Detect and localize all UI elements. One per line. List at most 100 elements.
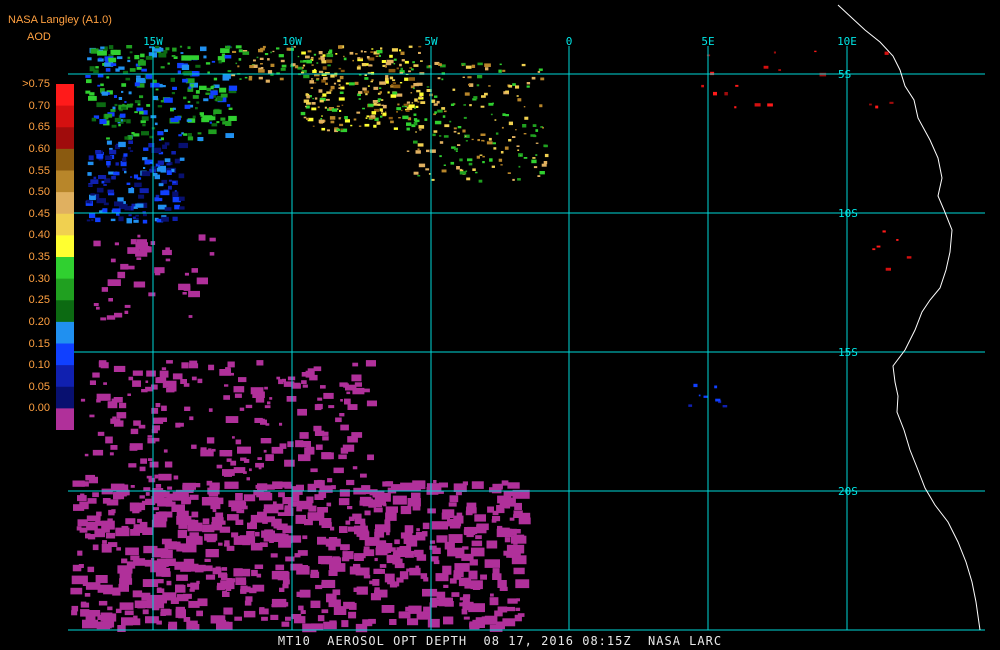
aod-pixel bbox=[129, 443, 143, 450]
aod-pixel bbox=[345, 520, 351, 525]
aod-pixel bbox=[255, 531, 260, 537]
aod-pixel bbox=[463, 116, 467, 119]
aod-pixel bbox=[405, 109, 410, 112]
aod-pixel bbox=[302, 64, 306, 67]
aod-pixel bbox=[367, 103, 374, 107]
aod-pixel bbox=[498, 69, 502, 73]
aod-pixel bbox=[415, 565, 420, 569]
aod-pixel bbox=[373, 568, 382, 574]
aod-pixel bbox=[381, 110, 384, 113]
aod-pixel bbox=[521, 63, 526, 67]
aod-pixel bbox=[139, 188, 149, 194]
aod-pixel bbox=[126, 218, 132, 224]
aod-pixel bbox=[128, 463, 137, 468]
aod-pixel bbox=[265, 79, 270, 83]
aod-pixel bbox=[85, 582, 101, 590]
aod-pixel bbox=[154, 474, 159, 479]
aod-pixel bbox=[161, 405, 167, 411]
aod-pixel bbox=[103, 183, 107, 186]
aod-pixel bbox=[374, 557, 378, 562]
aod-pixel bbox=[497, 580, 507, 588]
aod-pixel bbox=[443, 110, 447, 113]
aod-pixel bbox=[422, 588, 438, 597]
aod-pixel bbox=[484, 559, 500, 568]
aod-pixel bbox=[366, 115, 370, 118]
aod-pixel bbox=[329, 116, 336, 120]
aod-pixel bbox=[101, 543, 112, 553]
aod-pixel bbox=[127, 103, 133, 108]
aod-pixel bbox=[204, 558, 211, 562]
aod-pixel bbox=[512, 136, 516, 138]
aod-pixel bbox=[537, 71, 541, 73]
aod-pixel bbox=[259, 492, 273, 501]
aod-pixel bbox=[543, 144, 547, 148]
aod-pixel bbox=[371, 79, 374, 82]
aod-pixel bbox=[353, 118, 357, 121]
aod-pixel bbox=[174, 204, 180, 210]
aod-pixel bbox=[486, 540, 498, 549]
aod-pixel bbox=[124, 310, 129, 314]
aod-pixel bbox=[338, 45, 343, 49]
aod-pixel bbox=[455, 150, 458, 152]
aod-pixel bbox=[468, 570, 478, 580]
aod-pixel bbox=[365, 117, 368, 119]
aod-pixel bbox=[356, 66, 361, 70]
aod-pixel bbox=[328, 405, 335, 409]
aod-pixel bbox=[309, 374, 318, 381]
aod-pixel bbox=[183, 70, 192, 76]
aod-pixel bbox=[126, 45, 133, 49]
aod-pixel bbox=[284, 459, 295, 467]
aod-pixel bbox=[411, 68, 414, 71]
aod-pixel bbox=[364, 510, 371, 516]
aod-pixel bbox=[149, 135, 153, 139]
aod-pixel bbox=[425, 168, 430, 171]
aod-pixel bbox=[278, 54, 284, 58]
aod-pixel bbox=[444, 601, 454, 607]
aod-pixel bbox=[320, 57, 325, 61]
aod-pixel bbox=[348, 611, 357, 619]
aod-pixel bbox=[260, 67, 264, 70]
legend-label: 0.30 bbox=[28, 272, 50, 285]
aod-pixel bbox=[273, 501, 277, 505]
aod-pixel bbox=[280, 67, 286, 71]
aod-pixel bbox=[97, 74, 104, 78]
aod-pixel bbox=[109, 452, 114, 456]
aod-pixel bbox=[311, 78, 314, 80]
aod-pixel bbox=[357, 57, 361, 60]
aod-pixel bbox=[96, 306, 100, 310]
aod-pixel bbox=[523, 157, 528, 159]
aod-pixel bbox=[385, 75, 389, 79]
aod-pixel bbox=[319, 99, 324, 103]
aod-pixel bbox=[467, 158, 473, 162]
aod-pixel bbox=[208, 408, 213, 412]
aod-pixel bbox=[442, 565, 452, 575]
source-label: NASA Langley (A1.0) bbox=[8, 14, 112, 26]
aod-pixel bbox=[406, 122, 412, 126]
aod-pixel bbox=[118, 123, 121, 127]
aod-pixel bbox=[426, 149, 430, 153]
aod-pixel bbox=[135, 203, 144, 208]
aod-pixel bbox=[172, 216, 178, 221]
aod-pixel bbox=[172, 373, 183, 380]
aod-pixel bbox=[464, 582, 476, 589]
aod-pixel bbox=[492, 573, 502, 580]
aod-pixel bbox=[171, 151, 176, 155]
aod-pixel bbox=[178, 283, 191, 291]
aod-pixel bbox=[378, 54, 381, 57]
aod-pixel bbox=[182, 292, 187, 295]
aod-pixel bbox=[530, 134, 536, 137]
aod-pixel bbox=[167, 62, 170, 65]
aod-pixel bbox=[494, 119, 497, 121]
aod-pixel bbox=[437, 109, 443, 113]
aod-pixel bbox=[160, 190, 170, 196]
aod-pixel bbox=[392, 79, 396, 82]
aod-pixel bbox=[307, 368, 315, 372]
aod-pixel bbox=[876, 245, 881, 248]
aod-pixel bbox=[120, 121, 124, 124]
aod-pixel bbox=[168, 179, 172, 182]
aod-pixel bbox=[284, 505, 293, 511]
aod-pixel bbox=[122, 70, 129, 74]
aod-pixel bbox=[438, 63, 442, 66]
aod-pixel bbox=[93, 240, 101, 247]
aod-pixel bbox=[508, 85, 513, 88]
